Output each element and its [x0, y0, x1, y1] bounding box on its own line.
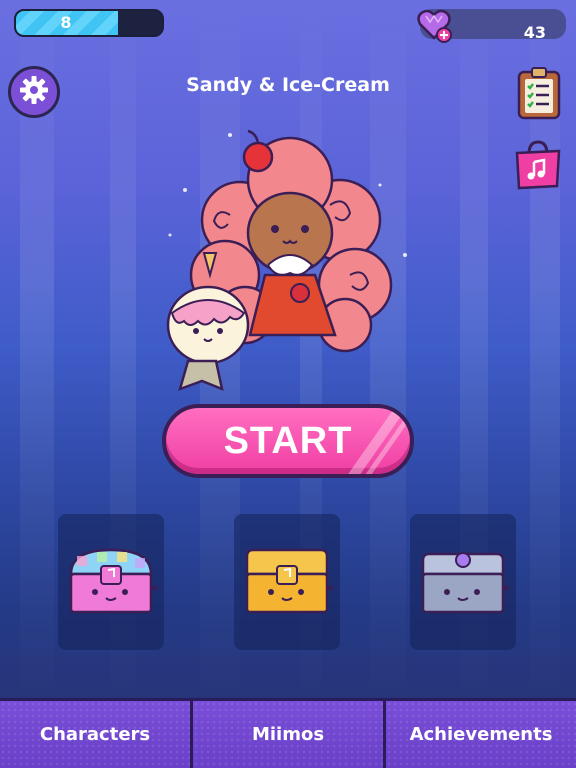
tab-characters-label: Characters [39, 724, 151, 745]
gold-chest-icon [239, 544, 335, 620]
silver-chest-icon [415, 544, 511, 620]
start-button-label: START [223, 419, 353, 462]
chest-slot-2[interactable] [234, 514, 340, 650]
tab-characters[interactable]: Characters [0, 698, 190, 768]
bottom-nav: Characters Miimos Achievements [0, 698, 576, 768]
start-button[interactable]: START [162, 404, 414, 478]
gear-icon [19, 75, 49, 109]
shop-button[interactable] [512, 138, 564, 190]
level-progress-bar: 8 [14, 9, 164, 37]
settings-button[interactable] [8, 66, 60, 118]
tab-miimos-label: Miimos [251, 724, 325, 745]
rainbow-chest-icon [63, 544, 159, 620]
chest-slot-3[interactable] [410, 514, 516, 650]
tab-miimos[interactable]: Miimos [193, 698, 383, 768]
character-illustration [150, 118, 420, 395]
quests-button[interactable] [516, 66, 562, 120]
clipboard-checklist-icon [516, 67, 562, 124]
tab-achievements[interactable]: Achievements [386, 698, 576, 768]
character-name-title: Sandy & Ice-Cream [186, 74, 390, 96]
music-bag-icon [512, 140, 564, 194]
gem-count: 43 [523, 23, 546, 42]
tab-achievements-label: Achievements [409, 724, 553, 745]
level-number: 8 [60, 13, 72, 32]
chest-slot-1[interactable] [58, 514, 164, 650]
heart-gem-icon[interactable] [414, 4, 454, 44]
